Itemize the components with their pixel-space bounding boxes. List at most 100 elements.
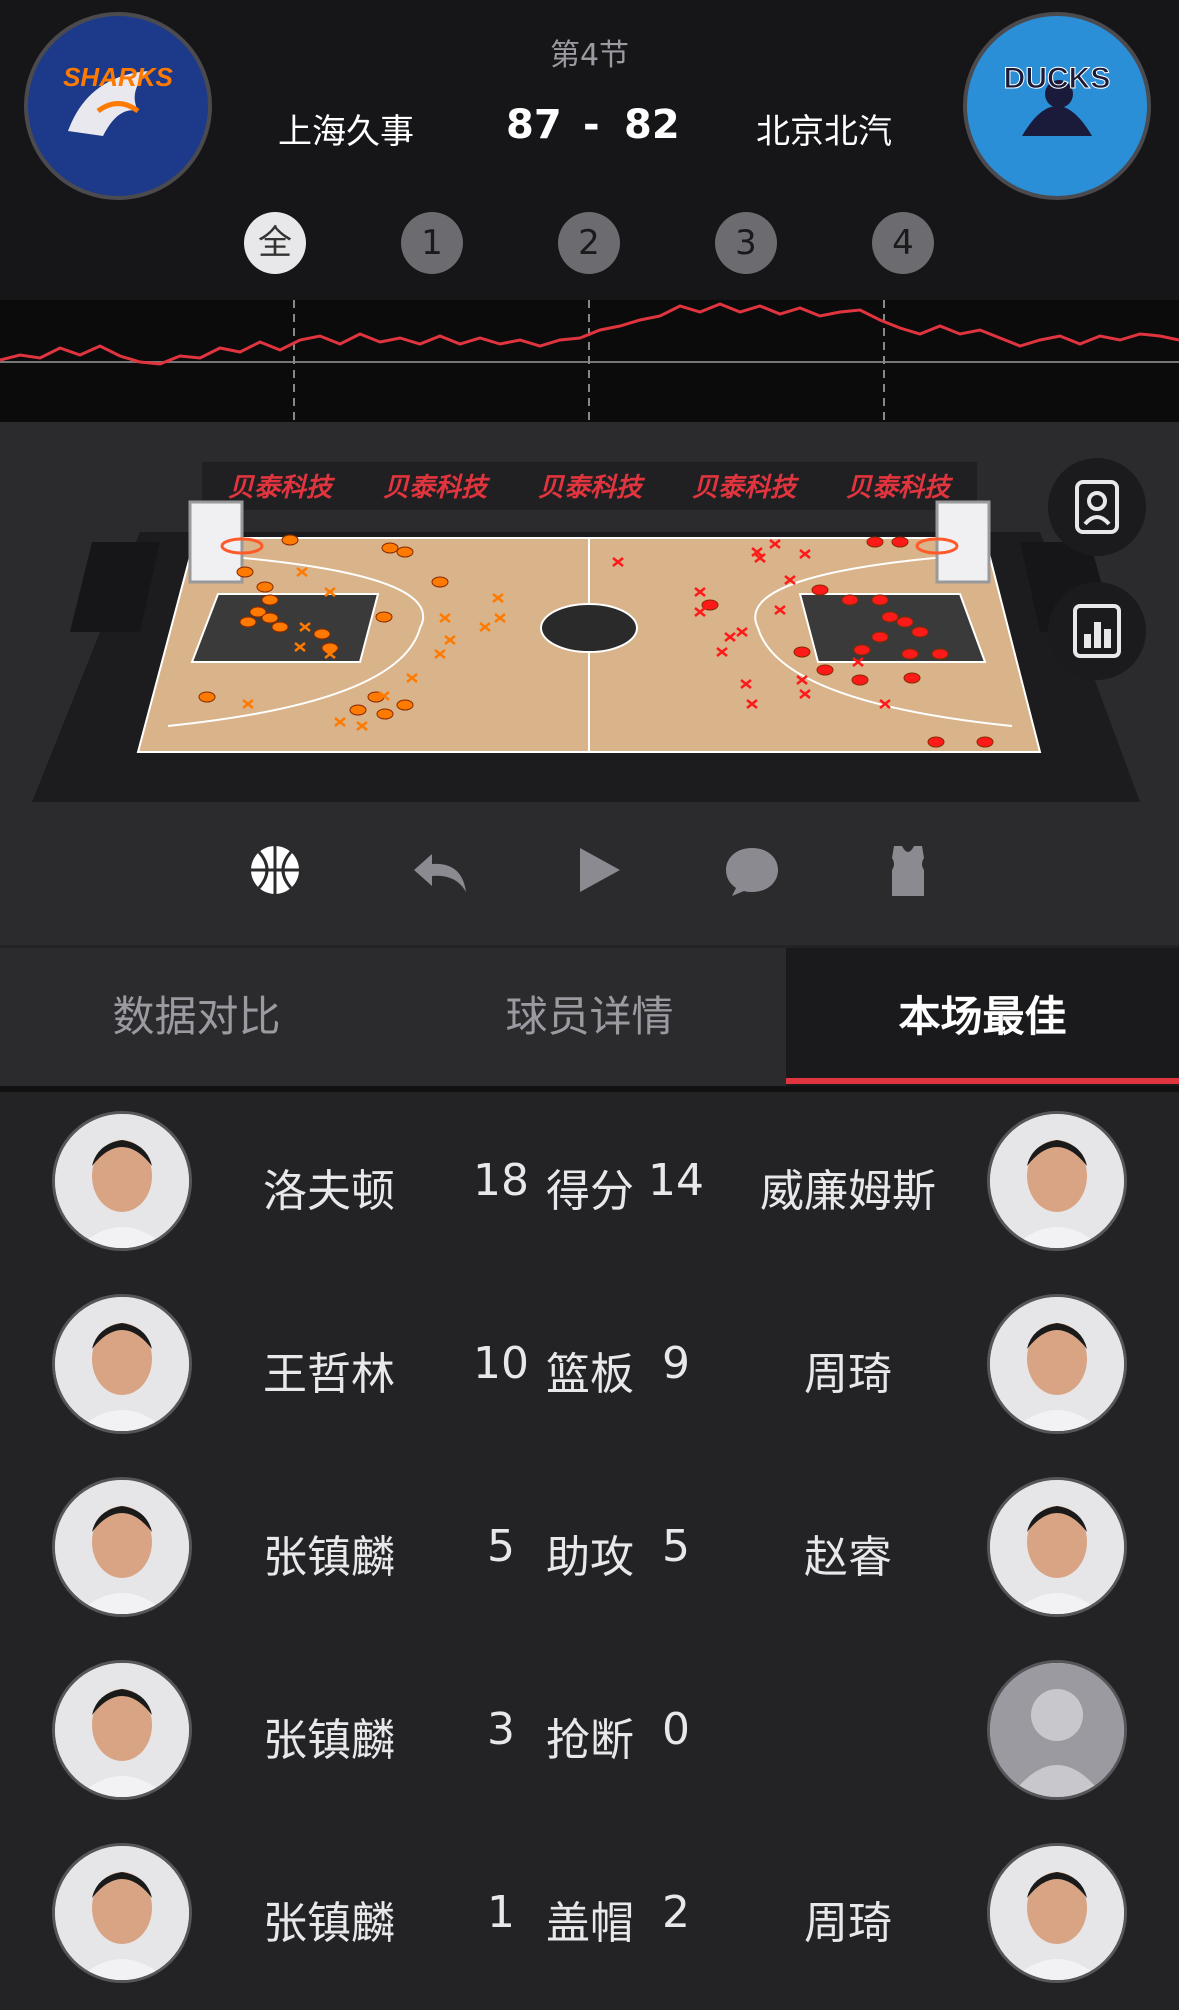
made-shot-marker[interactable] bbox=[396, 699, 414, 711]
player-card-button[interactable] bbox=[1048, 458, 1146, 556]
made-shot-marker[interactable] bbox=[281, 534, 299, 546]
away-stat-value: 0 bbox=[662, 1704, 690, 1755]
made-shot-marker[interactable] bbox=[881, 611, 899, 623]
away-player-avatar[interactable] bbox=[987, 1477, 1127, 1617]
made-shot-marker[interactable] bbox=[381, 542, 399, 554]
made-shot-marker[interactable] bbox=[811, 584, 829, 596]
undo-button[interactable] bbox=[410, 840, 470, 900]
scoreboard-header: SHARKS 第4节 上海久事 87 - 82 北京北汽 DUCKS 全 1 2… bbox=[0, 0, 1179, 300]
home-player-avatar[interactable] bbox=[52, 1294, 192, 1434]
away-player-name[interactable]: 周琦 bbox=[718, 1338, 978, 1402]
quarter-tab-3[interactable]: 3 bbox=[715, 212, 777, 274]
home-player-name[interactable]: 王哲林 bbox=[263, 1338, 395, 1402]
tab-game-best[interactable]: 本场最佳 bbox=[786, 948, 1179, 1086]
away-stat-value: 9 bbox=[662, 1338, 690, 1389]
home-player-name[interactable]: 张镇麟 bbox=[263, 1887, 395, 1951]
home-stat-value: 1 bbox=[487, 1887, 515, 1938]
made-shot-marker[interactable] bbox=[313, 628, 331, 640]
home-player-name[interactable]: 洛夫顿 bbox=[263, 1155, 395, 1219]
home-player-name[interactable]: 张镇麟 bbox=[263, 1704, 395, 1768]
made-shot-marker[interactable] bbox=[976, 736, 994, 748]
made-shot-marker[interactable] bbox=[871, 631, 889, 643]
stat-label: 盖帽 bbox=[546, 1898, 634, 1949]
play-button[interactable] bbox=[570, 840, 630, 900]
made-shot-marker[interactable] bbox=[271, 621, 289, 633]
tab-player-details[interactable]: 球员详情 bbox=[393, 948, 786, 1086]
home-stat-value: 10 bbox=[473, 1338, 529, 1389]
made-shot-marker[interactable] bbox=[321, 642, 339, 654]
stats-button[interactable] bbox=[1048, 582, 1146, 680]
tab-bar: 数据对比 球员详情 本场最佳 bbox=[0, 948, 1179, 1086]
made-shot-marker[interactable] bbox=[396, 546, 414, 558]
made-shot-marker[interactable] bbox=[349, 704, 367, 716]
quarter-tab-all[interactable]: 全 bbox=[244, 212, 306, 274]
away-player-name[interactable]: 赵睿 bbox=[718, 1521, 978, 1585]
made-shot-marker[interactable] bbox=[236, 566, 254, 578]
left-backboard bbox=[188, 500, 244, 584]
made-shot-marker[interactable] bbox=[256, 581, 274, 593]
made-shot-marker[interactable] bbox=[851, 674, 869, 686]
made-shot-marker[interactable] bbox=[261, 594, 279, 606]
away-player-avatar[interactable] bbox=[987, 1111, 1127, 1251]
made-shot-marker[interactable] bbox=[891, 536, 909, 548]
made-shot-marker[interactable] bbox=[901, 648, 919, 660]
home-player-avatar[interactable] bbox=[52, 1843, 192, 1983]
made-shot-marker[interactable] bbox=[793, 646, 811, 658]
best-stat-row: 张镇麟 5 助攻 5 赵睿 bbox=[0, 1461, 1179, 1644]
player-card-icon bbox=[1075, 480, 1119, 534]
made-shot-marker[interactable] bbox=[896, 616, 914, 628]
made-shot-marker[interactable] bbox=[198, 691, 216, 703]
home-stat-value: 18 bbox=[473, 1155, 529, 1206]
away-stat-value: 2 bbox=[662, 1887, 690, 1938]
made-shot-marker[interactable] bbox=[853, 644, 871, 656]
home-player-avatar[interactable] bbox=[52, 1660, 192, 1800]
away-score: 82 bbox=[624, 102, 680, 148]
quarter-tab-1[interactable]: 1 bbox=[401, 212, 463, 274]
made-shot-marker[interactable] bbox=[816, 664, 834, 676]
made-shot-marker[interactable] bbox=[866, 536, 884, 548]
made-shot-marker[interactable] bbox=[931, 648, 949, 660]
made-shot-marker[interactable] bbox=[911, 626, 929, 638]
away-player-name[interactable]: 威廉姆斯 bbox=[718, 1155, 978, 1219]
home-player-avatar[interactable] bbox=[52, 1111, 192, 1251]
home-player-avatar[interactable] bbox=[52, 1477, 192, 1617]
made-shot-marker[interactable] bbox=[261, 612, 279, 624]
jersey-button[interactable] bbox=[878, 840, 938, 900]
stat-label: 得分 bbox=[546, 1166, 634, 1217]
home-player-name[interactable]: 张镇麟 bbox=[263, 1521, 395, 1585]
made-shot-marker[interactable] bbox=[431, 576, 449, 588]
placeholder-avatar bbox=[987, 1660, 1127, 1800]
basketball-icon bbox=[251, 846, 299, 894]
made-shot-marker[interactable] bbox=[871, 594, 889, 606]
best-stat-row: 张镇麟 3 抢断 0 bbox=[0, 1644, 1179, 1827]
undo-icon bbox=[414, 854, 466, 892]
quarter-tab-2[interactable]: 2 bbox=[558, 212, 620, 274]
stat-label: 抢断 bbox=[546, 1715, 634, 1766]
best-stat-row: 王哲林 10 篮板 9 周琦 bbox=[0, 1278, 1179, 1461]
comment-button[interactable] bbox=[722, 840, 782, 900]
tab-data-compare[interactable]: 数据对比 bbox=[0, 948, 393, 1086]
home-stat-value: 3 bbox=[487, 1704, 515, 1755]
ducks-logo-icon: DUCKS bbox=[971, 20, 1143, 192]
quarter-tab-4[interactable]: 4 bbox=[872, 212, 934, 274]
made-shot-marker[interactable] bbox=[841, 594, 859, 606]
score-separator: - bbox=[583, 102, 600, 148]
comment-icon bbox=[726, 848, 778, 896]
made-shot-marker[interactable] bbox=[376, 708, 394, 720]
jersey-icon bbox=[892, 846, 924, 896]
away-player-avatar[interactable] bbox=[987, 1294, 1127, 1434]
away-team-name: 北京北汽 bbox=[756, 112, 892, 152]
made-shot-marker[interactable] bbox=[927, 736, 945, 748]
away-player-avatar[interactable] bbox=[987, 1843, 1127, 1983]
shots-filter-button[interactable] bbox=[245, 840, 305, 900]
best-stat-row: 洛夫顿 18 得分 14 威廉姆斯 bbox=[0, 1095, 1179, 1278]
shot-chart-court: 贝泰科技 贝泰科技 贝泰科技 贝泰科技 贝泰科技 bbox=[32, 462, 1140, 802]
away-player-name[interactable]: 周琦 bbox=[718, 1887, 978, 1951]
made-shot-marker[interactable] bbox=[375, 611, 393, 623]
score-trend-chart bbox=[0, 300, 1179, 422]
best-stat-row: 张镇麟 1 盖帽 2 周琦 bbox=[0, 1827, 1179, 2010]
made-shot-marker[interactable] bbox=[239, 616, 257, 628]
away-team-logo[interactable]: DUCKS bbox=[963, 12, 1151, 200]
play-icon bbox=[580, 848, 620, 892]
made-shot-marker[interactable] bbox=[903, 672, 921, 684]
